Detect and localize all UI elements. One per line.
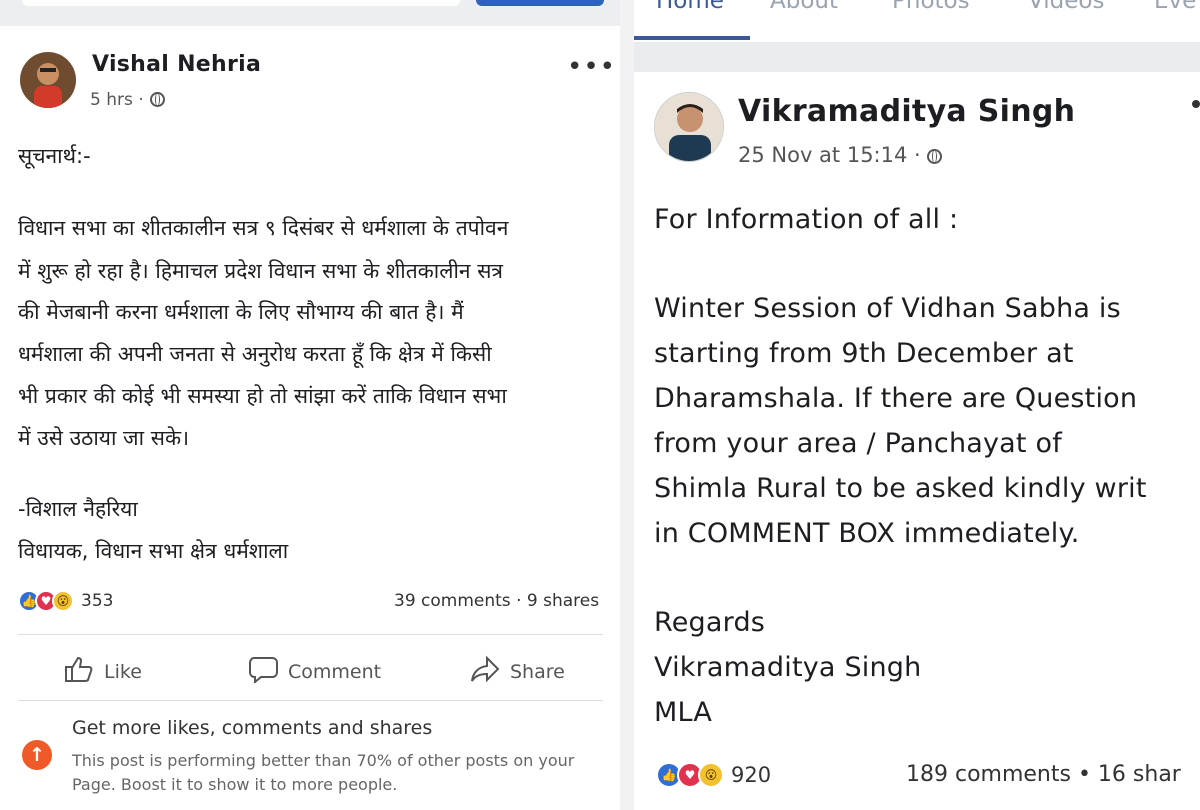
comments-shares-count[interactable]: 39 comments · 9 shares bbox=[394, 591, 599, 611]
post-line: in COMMENT BOX immediately. bbox=[654, 518, 1080, 549]
tab-about[interactable]: About bbox=[770, 0, 838, 14]
post-time-label: 5 hrs · bbox=[90, 90, 144, 110]
post-time[interactable]: 25 Nov at 15:14 · bbox=[738, 143, 942, 167]
tab-videos[interactable]: Videos bbox=[1028, 0, 1104, 14]
reaction-count: 920 bbox=[731, 763, 772, 787]
author-name[interactable]: Vishal Nehria bbox=[92, 52, 261, 77]
active-tab-indicator bbox=[634, 36, 750, 40]
panel-divider bbox=[620, 0, 634, 810]
post-line: Dharamshala. If there are Question bbox=[654, 383, 1138, 414]
comments-shares-count[interactable]: 189 comments • 16 shar bbox=[906, 762, 1181, 787]
post-line: में उसे उठाया जा सके। bbox=[18, 426, 190, 450]
share-button[interactable]: Share bbox=[470, 655, 565, 688]
post-line: सूचनार्थ:- bbox=[18, 144, 91, 168]
post-line: from your area / Panchayat of bbox=[654, 428, 1062, 459]
globe-icon bbox=[149, 92, 165, 107]
arrow-up-icon: ↑ bbox=[22, 740, 52, 770]
post-line: विधान सभा का शीतकालीन सत्र ९ दिसंबर से ध… bbox=[18, 216, 509, 240]
comment-label: Comment bbox=[288, 660, 382, 683]
top-strip bbox=[0, 0, 620, 26]
divider bbox=[18, 634, 603, 635]
author-name[interactable]: Vikramaditya Singh bbox=[738, 94, 1075, 129]
globe-icon bbox=[926, 149, 942, 164]
wow-reaction-icon: 😮 bbox=[52, 590, 74, 612]
tab-events[interactable]: Eve bbox=[1154, 0, 1196, 14]
left-post-panel: Vishal Nehria 5 hrs · ••• सूचनार्थ:- विध… bbox=[0, 0, 620, 810]
post-line: For Information of all : bbox=[654, 204, 959, 235]
comment-icon bbox=[248, 655, 278, 688]
reactions-summary[interactable]: 👍 ♥ 😮 920 bbox=[656, 762, 771, 788]
signature-line: Regards bbox=[654, 607, 766, 638]
reactions-summary[interactable]: 👍 ♥ 😮 353 bbox=[18, 590, 113, 612]
reaction-count: 353 bbox=[81, 591, 114, 611]
like-button[interactable]: Like bbox=[64, 655, 142, 688]
tab-photos[interactable]: Photos bbox=[892, 0, 970, 14]
publish-button[interactable] bbox=[476, 0, 604, 6]
signature-line: विधायक, विधान सभा क्षेत्र धर्मशाला bbox=[18, 539, 289, 563]
thumbs-up-icon bbox=[64, 655, 94, 688]
avatar[interactable] bbox=[20, 52, 76, 108]
post-line: में शुरू हो रहा है। हिमाचल प्रदेश विधान … bbox=[18, 259, 504, 283]
boost-title[interactable]: Get more likes, comments and shares bbox=[72, 717, 432, 739]
signature-line: Vikramaditya Singh bbox=[654, 652, 922, 683]
share-icon bbox=[470, 655, 500, 688]
like-label: Like bbox=[104, 660, 142, 683]
avatar[interactable] bbox=[654, 92, 724, 162]
share-label: Share bbox=[510, 660, 565, 683]
post-line: की मेजबानी करना धर्मशाला के लिए सौभाग्य … bbox=[18, 300, 464, 324]
tab-home[interactable]: Home bbox=[656, 0, 724, 14]
post-line: starting from 9th December at bbox=[654, 338, 1074, 369]
post-line: Winter Session of Vidhan Sabha is bbox=[654, 293, 1121, 324]
wow-reaction-icon: 😮 bbox=[698, 762, 724, 788]
ellipsis-icon[interactable] bbox=[1192, 100, 1200, 108]
right-post-panel: Home About Photos Videos Eve Vikramadity… bbox=[634, 0, 1200, 810]
comment-button[interactable]: Comment bbox=[248, 655, 381, 688]
divider bbox=[18, 700, 603, 701]
post-line: Shimla Rural to be asked kindly writ bbox=[654, 473, 1147, 504]
post-time-label: 25 Nov at 15:14 · bbox=[738, 143, 921, 167]
gray-band bbox=[634, 42, 1200, 72]
post-line: भी प्रकार की कोई भी समस्या हो तो सांझा क… bbox=[18, 384, 507, 408]
boost-description: This post is performing better than 70% … bbox=[72, 751, 575, 794]
composer-bar[interactable] bbox=[22, 0, 460, 6]
signature-line: MLA bbox=[654, 697, 713, 728]
post-line: धर्मशाला की अपनी जनता से अनुरोध करता हूँ… bbox=[18, 342, 492, 366]
signature-line: -विशाल नैहरिया bbox=[18, 497, 138, 521]
ellipsis-icon[interactable]: ••• bbox=[567, 54, 616, 80]
page-nav: Home About Photos Videos Eve bbox=[634, 0, 1200, 42]
post-time[interactable]: 5 hrs · bbox=[90, 90, 165, 110]
